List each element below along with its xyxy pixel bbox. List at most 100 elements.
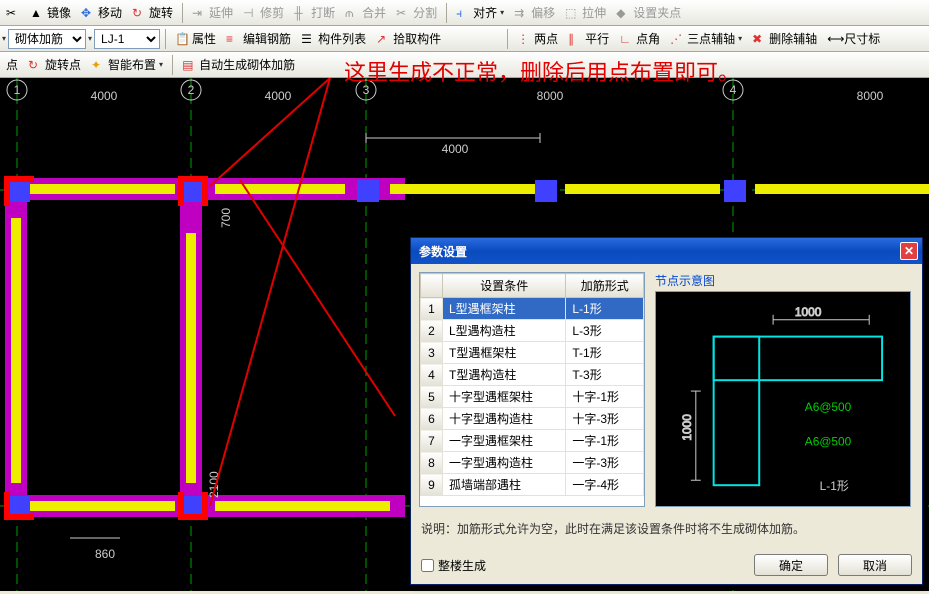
mirror-label: 镜像 <box>47 4 71 21</box>
cell-condition[interactable]: 一字型遇框架柱 <box>443 430 566 452</box>
whole-floor-label: 整楼生成 <box>438 557 486 574</box>
dim-btn[interactable]: ⟷尺寸标 <box>823 28 884 49</box>
set-grip-label: 设置夹点 <box>633 4 681 21</box>
cut-icon: ✂ <box>6 6 20 20</box>
col-form[interactable]: 加筋形式 <box>566 274 644 298</box>
edit-rebar-btn[interactable]: ≡编辑钢筋 <box>222 28 295 49</box>
smart-layout-btn[interactable]: ✦智能布置▾ <box>87 54 167 75</box>
dim-label: 尺寸标 <box>844 30 880 47</box>
cell-condition[interactable]: L型遇构造柱 <box>443 320 566 342</box>
table-row[interactable]: 1L型遇框架柱L-1形 <box>421 298 644 320</box>
svg-text:A6@500: A6@500 <box>805 400 852 414</box>
move-btn[interactable]: ✥移动 <box>77 2 126 23</box>
table-row[interactable]: 9孤墙端部遇柱一字-4形 <box>421 474 644 496</box>
col-condition[interactable]: 设置条件 <box>443 274 566 298</box>
cancel-button[interactable]: 取消 <box>838 554 912 576</box>
split-btn[interactable]: ✂分割 <box>392 2 441 23</box>
parallel-btn[interactable]: ∥平行 <box>564 28 613 49</box>
cell-condition[interactable]: 一字型遇构造柱 <box>443 452 566 474</box>
break-btn[interactable]: ╫打断 <box>290 2 339 23</box>
merge-btn[interactable]: ⫙合并 <box>341 2 390 23</box>
row-number: 7 <box>421 430 443 452</box>
cell-form[interactable]: 十字-1形 <box>566 386 644 408</box>
cell-condition[interactable]: 十字型遇框架柱 <box>443 386 566 408</box>
cell-form[interactable]: T-1形 <box>566 342 644 364</box>
stretch-btn[interactable]: ⬚拉伸 <box>561 2 610 23</box>
smart-layout-label: 智能布置 <box>108 56 156 73</box>
table-row[interactable]: 4T型遇构造柱T-3形 <box>421 364 644 386</box>
mirror-btn[interactable]: ▲镜像 <box>26 2 75 23</box>
table-row[interactable]: 3T型遇框架柱T-1形 <box>421 342 644 364</box>
row-number: 5 <box>421 386 443 408</box>
pick-member-btn[interactable]: ↗拾取构件 <box>372 28 445 49</box>
ok-button[interactable]: 确定 <box>754 554 828 576</box>
cell-form[interactable]: L-1形 <box>566 298 644 320</box>
table-row[interactable]: 7一字型遇框架柱一字-1形 <box>421 430 644 452</box>
settings-grid[interactable]: 设置条件 加筋形式 1L型遇框架柱L-1形2L型遇构造柱L-3形3T型遇框架柱T… <box>419 272 645 507</box>
cell-condition[interactable]: 孤墙端部遇柱 <box>443 474 566 496</box>
svg-text:4000: 4000 <box>265 89 292 103</box>
cell-condition[interactable]: T型遇框架柱 <box>443 342 566 364</box>
dialog-titlebar[interactable]: 参数设置 ✕ <box>411 238 922 264</box>
cell-condition[interactable]: L型遇框架柱 <box>443 298 566 320</box>
svg-text:1000: 1000 <box>795 305 822 319</box>
param-dialog: 参数设置 ✕ 设置条件 加筋形式 1L型遇框架柱L-1形2L型遇构造柱L-3形3… <box>410 237 923 585</box>
break-icon: ╫ <box>294 6 308 20</box>
three-point-aux-btn[interactable]: ⋰三点辅轴▾ <box>666 28 746 49</box>
offset-btn[interactable]: ⇉偏移 <box>510 2 559 23</box>
chevron-down-icon[interactable]: ▾ <box>88 34 92 43</box>
item-select[interactable]: LJ-1 <box>94 29 160 49</box>
align-btn[interactable]: ⫞对齐▾ <box>452 2 508 23</box>
merge-icon: ⫙ <box>345 6 359 20</box>
rotate-point-label: 旋转点 <box>45 56 81 73</box>
node-preview: 1000 1000 A6@500 A6@500 L-1形 <box>655 291 911 507</box>
dialog-title: 参数设置 <box>419 243 467 260</box>
extend-btn[interactable]: ⇥延伸 <box>188 2 237 23</box>
member-list-btn[interactable]: ☰构件列表 <box>297 28 370 49</box>
table-row[interactable]: 8一字型遇构造柱一字-3形 <box>421 452 644 474</box>
table-row[interactable]: 2L型遇构造柱L-3形 <box>421 320 644 342</box>
set-grip-btn[interactable]: ◆设置夹点 <box>612 2 685 23</box>
rotate-icon: ↻ <box>132 6 146 20</box>
cell-form[interactable]: 一字-4形 <box>566 474 644 496</box>
end-point-btn[interactable]: 点 <box>2 54 22 75</box>
whole-floor-check[interactable]: 整楼生成 <box>421 557 486 574</box>
cell-form[interactable]: 一字-1形 <box>566 430 644 452</box>
corner-btn[interactable]: ∟点角 <box>615 28 664 49</box>
separator <box>507 29 508 49</box>
rotate-point-btn[interactable]: ↻旋转点 <box>24 54 85 75</box>
extend-icon: ⇥ <box>192 6 206 20</box>
table-row[interactable]: 5十字型遇框架柱十字-1形 <box>421 386 644 408</box>
cell-form[interactable]: 十字-3形 <box>566 408 644 430</box>
cell-form[interactable]: 一字-3形 <box>566 452 644 474</box>
close-button[interactable]: ✕ <box>900 242 918 260</box>
rotate-btn[interactable]: ↻旋转 <box>128 2 177 23</box>
end-point-label: 点 <box>6 56 18 73</box>
del-aux-btn[interactable]: ✖删除辅轴 <box>748 28 821 49</box>
two-point-btn[interactable]: ⋮两点 <box>513 28 562 49</box>
annotation-text: 这里生成不正常，删除后用点布置即可。 <box>344 55 740 87</box>
grip-icon: ◆ <box>616 6 630 20</box>
svg-text:4000: 4000 <box>442 142 469 156</box>
cell-form[interactable]: L-3形 <box>566 320 644 342</box>
chevron-down-icon[interactable]: ▾ <box>2 34 6 43</box>
parallel-label: 平行 <box>585 30 609 47</box>
cell-form[interactable]: T-3形 <box>566 364 644 386</box>
svg-text:A6@500: A6@500 <box>805 435 852 449</box>
row-number: 4 <box>421 364 443 386</box>
cell-condition[interactable]: T型遇构造柱 <box>443 364 566 386</box>
offset-label: 偏移 <box>531 4 555 21</box>
props-btn[interactable]: 📋属性 <box>171 28 220 49</box>
whole-floor-checkbox[interactable] <box>421 559 434 572</box>
row-number: 6 <box>421 408 443 430</box>
category-select[interactable]: 砌体加筋 <box>8 29 86 49</box>
row-number: 2 <box>421 320 443 342</box>
auto-gen-btn[interactable]: ▤自动生成砌体加筋 <box>178 54 299 75</box>
del-aux-label: 删除辅轴 <box>769 30 817 47</box>
cut-btn[interactable]: ✂ <box>2 4 24 22</box>
svg-text:8000: 8000 <box>857 89 884 103</box>
three-point-icon: ⋰ <box>670 32 684 46</box>
table-row[interactable]: 6十字型遇构造柱十字-3形 <box>421 408 644 430</box>
cell-condition[interactable]: 十字型遇构造柱 <box>443 408 566 430</box>
trim-btn[interactable]: ⊣修剪 <box>239 2 288 23</box>
